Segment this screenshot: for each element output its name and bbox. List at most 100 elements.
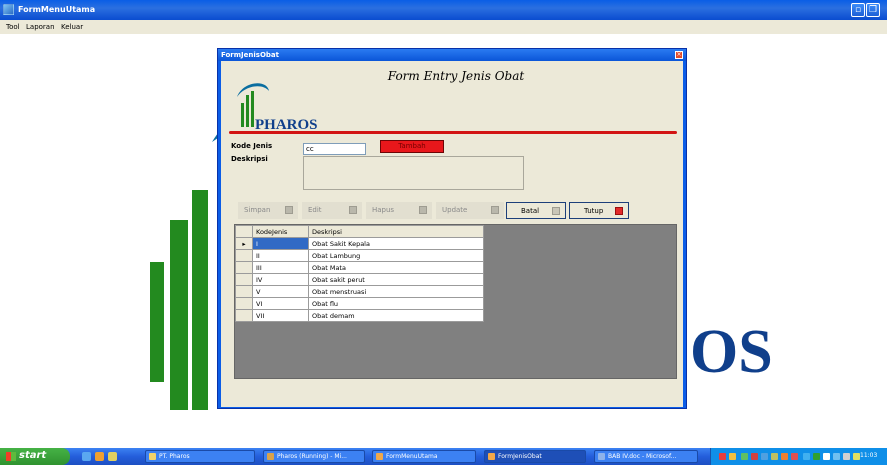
table-row[interactable]: V Obat menstruasi	[235, 285, 484, 298]
tray-icon[interactable]	[781, 453, 788, 460]
bg-logo-bar-3	[192, 190, 208, 410]
batal-button[interactable]: Batal	[506, 202, 566, 219]
tray-icon[interactable]	[803, 453, 810, 460]
action-toolbar: Simpan Edit Hapus Update Batal Tutup	[238, 202, 658, 220]
tray-icon[interactable]	[823, 453, 830, 460]
tray-icon[interactable]	[791, 453, 798, 460]
app-icon	[3, 4, 14, 15]
start-label: start	[19, 450, 47, 461]
cell-deskripsi[interactable]: Obat demam	[308, 309, 484, 322]
menu-keluar[interactable]: Keluar	[61, 23, 83, 31]
row-selector[interactable]	[235, 309, 253, 322]
kode-jenis-label: Kode Jenis	[231, 142, 273, 150]
tutup-label: Tutup	[584, 207, 604, 215]
simpan-label: Simpan	[244, 206, 271, 214]
table-row[interactable]: VI Obat flu	[235, 297, 484, 310]
cell-deskripsi[interactable]: Obat flu	[308, 297, 484, 310]
quicklaunch-desktop-icon[interactable]	[108, 452, 117, 461]
folder-icon	[149, 453, 156, 460]
taskbar-item-label: BAB IV.doc - Microsof...	[608, 453, 677, 460]
restore-button[interactable]: ❐	[866, 3, 880, 17]
cell-deskripsi[interactable]: Obat Mata	[308, 261, 484, 274]
form-jenis-obat-window[interactable]: FormJenisObat × Form Entry Jenis Obat PH…	[217, 48, 687, 409]
update-button[interactable]: Update	[436, 202, 504, 219]
menu-laporan[interactable]: Laporan	[26, 23, 55, 31]
data-grid[interactable]: KodeJenis Deskripsi ▸ I Obat Sakit Kepal…	[234, 224, 677, 379]
cell-kodejenis[interactable]: III	[252, 261, 309, 274]
edit-button[interactable]: Edit	[302, 202, 362, 219]
taskbar-item-label: PT. Pharos	[159, 453, 190, 460]
tambah-button[interactable]: Tambah	[380, 140, 444, 153]
column-header-deskripsi[interactable]: Deskripsi	[308, 225, 484, 238]
menubar: Tool Laporan Keluar	[0, 20, 887, 34]
bg-logo-bar-2	[170, 220, 188, 410]
close-icon[interactable]: ×	[675, 51, 683, 59]
taskbar-item-word-doc[interactable]: BAB IV.doc - Microsof...	[594, 450, 698, 463]
tray-icon[interactable]	[729, 453, 736, 460]
tray-icon[interactable]	[719, 453, 726, 460]
taskbar-item-label: FormMenuUtama	[386, 453, 438, 460]
quicklaunch-media-icon[interactable]	[95, 452, 104, 461]
table-row[interactable]: VII Obat demam	[235, 309, 484, 322]
deskripsi-input[interactable]	[303, 156, 524, 190]
row-selector[interactable]	[235, 285, 253, 298]
tray-icon[interactable]	[843, 453, 850, 460]
taskbar-item-formjenisobat[interactable]: FormJenisObat	[484, 450, 586, 463]
start-button[interactable]: start	[0, 448, 70, 465]
minimize-button[interactable]: ▫	[851, 3, 865, 17]
clock[interactable]: 11:03	[860, 452, 877, 459]
taskbar-item-formmenuutama[interactable]: FormMenuUtama	[372, 450, 476, 463]
child-title-bar[interactable]: FormJenisObat ×	[218, 49, 686, 61]
form-icon	[488, 453, 495, 460]
taskbar-item-label: FormJenisObat	[498, 453, 542, 460]
table-row[interactable]: II Obat Lambung	[235, 249, 484, 262]
cell-kodejenis[interactable]: I	[252, 237, 309, 250]
child-window-title: FormJenisObat	[221, 51, 279, 59]
row-selector[interactable]	[235, 273, 253, 286]
cell-kodejenis[interactable]: V	[252, 285, 309, 298]
taskbar-item-vb[interactable]: Pharos (Running) - Mi...	[263, 450, 365, 463]
taskbar: start PT. Pharos Pharos (Running) - Mi..…	[0, 448, 887, 465]
quicklaunch-ie-icon[interactable]	[82, 452, 91, 461]
close-form-icon	[615, 207, 623, 215]
header-divider	[229, 131, 677, 134]
taskbar-item-pt-pharos[interactable]: PT. Pharos	[145, 450, 255, 463]
tray-icon[interactable]	[741, 453, 748, 460]
cell-kodejenis[interactable]: II	[252, 249, 309, 262]
table-row[interactable]: IV Obat sakit perut	[235, 273, 484, 286]
main-title-bar[interactable]: FormMenuUtama ▫ ❐	[0, 0, 887, 20]
tutup-button[interactable]: Tutup	[569, 202, 629, 219]
cell-deskripsi[interactable]: Obat Sakit Kepala	[308, 237, 484, 250]
menu-tool[interactable]: Tool	[6, 23, 20, 31]
bg-logo-text: OS	[690, 318, 773, 386]
row-selector-header	[235, 225, 253, 238]
kode-jenis-input[interactable]: cc	[303, 143, 366, 155]
tray-icon[interactable]	[813, 453, 820, 460]
tray-icon[interactable]	[853, 453, 860, 460]
tray-icon[interactable]	[761, 453, 768, 460]
edit-icon	[349, 206, 357, 214]
cell-kodejenis[interactable]: IV	[252, 273, 309, 286]
tray-icon[interactable]	[771, 453, 778, 460]
taskbar-item-label: Pharos (Running) - Mi...	[277, 453, 347, 460]
form-client-area: Form Entry Jenis Obat PHAROS Kode Jenis …	[221, 61, 683, 407]
batal-label: Batal	[521, 207, 540, 215]
form-icon	[376, 453, 383, 460]
hapus-button[interactable]: Hapus	[366, 202, 432, 219]
row-selector[interactable]	[235, 249, 253, 262]
table-row[interactable]: ▸ I Obat Sakit Kepala	[235, 237, 484, 250]
cell-deskripsi[interactable]: Obat menstruasi	[308, 285, 484, 298]
row-selector[interactable]	[235, 261, 253, 274]
tray-icon[interactable]	[751, 453, 758, 460]
cell-deskripsi[interactable]: Obat Lambung	[308, 249, 484, 262]
cell-kodejenis[interactable]: VI	[252, 297, 309, 310]
cell-kodejenis[interactable]: VII	[252, 309, 309, 322]
update-icon	[491, 206, 499, 214]
tray-icon[interactable]	[833, 453, 840, 460]
column-header-kodejenis[interactable]: KodeJenis	[252, 225, 309, 238]
delete-icon	[419, 206, 427, 214]
simpan-button[interactable]: Simpan	[238, 202, 298, 219]
cell-deskripsi[interactable]: Obat sakit perut	[308, 273, 484, 286]
table-row[interactable]: III Obat Mata	[235, 261, 484, 274]
row-selector[interactable]	[235, 297, 253, 310]
